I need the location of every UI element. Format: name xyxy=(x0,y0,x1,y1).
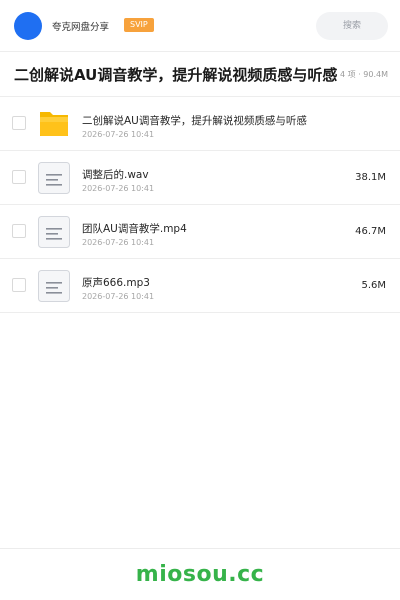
select-checkbox[interactable] xyxy=(12,116,26,130)
file-date: 2026-07-26 10:41 xyxy=(82,292,155,301)
file-list: 二创解说AU调音教学，提升解说视频质感与听感 2026-07-26 10:41 … xyxy=(0,97,400,313)
file-icon xyxy=(38,270,70,302)
watermark: miosou.cc xyxy=(135,562,265,587)
select-checkbox[interactable] xyxy=(12,224,26,238)
file-name[interactable]: 调整后的.wav xyxy=(82,167,149,182)
file-name[interactable]: 团队AU调音教学.mp4 xyxy=(82,221,187,236)
file-name[interactable]: 原声666.mp3 xyxy=(82,275,150,290)
file-size: 46.7M xyxy=(355,226,386,237)
file-name[interactable]: 二创解说AU调音教学，提升解说视频质感与听感 xyxy=(82,113,307,128)
file-date: 2026-07-26 10:41 xyxy=(82,130,155,139)
header: 夸克网盘分享 SVIP 搜索 xyxy=(0,0,400,52)
list-item[interactable]: 调整后的.wav 2026-07-26 10:41 38.1M xyxy=(0,151,400,205)
avatar[interactable] xyxy=(14,12,42,40)
list-item[interactable]: 二创解说AU调音教学，提升解说视频质感与听感 2026-07-26 10:41 xyxy=(0,97,400,151)
list-item[interactable]: 原声666.mp3 2026-07-26 10:41 5.6M xyxy=(0,259,400,313)
file-icon xyxy=(38,216,70,248)
share-name: 夸克网盘分享 xyxy=(52,22,110,33)
select-checkbox[interactable] xyxy=(12,170,26,184)
page-title: 二创解说AU调音教学，提升解说视频质感与听感 xyxy=(14,66,338,84)
file-date: 2026-07-26 10:41 xyxy=(82,184,155,193)
list-item[interactable]: 团队AU调音教学.mp4 2026-07-26 10:41 46.7M xyxy=(0,205,400,259)
select-checkbox[interactable] xyxy=(12,278,26,292)
file-date: 2026-07-26 10:41 xyxy=(82,238,155,247)
folder-icon xyxy=(40,112,68,136)
svip-badge: SVIP xyxy=(124,18,154,32)
file-size: 5.6M xyxy=(361,280,386,291)
search-input[interactable]: 搜索 xyxy=(316,12,388,40)
folder-title-row: 二创解说AU调音教学，提升解说视频质感与听感 4 项 · 90.4M xyxy=(0,53,400,97)
folder-summary: 4 项 · 90.4M xyxy=(338,69,388,80)
file-icon xyxy=(38,162,70,194)
file-size: 38.1M xyxy=(355,172,386,183)
